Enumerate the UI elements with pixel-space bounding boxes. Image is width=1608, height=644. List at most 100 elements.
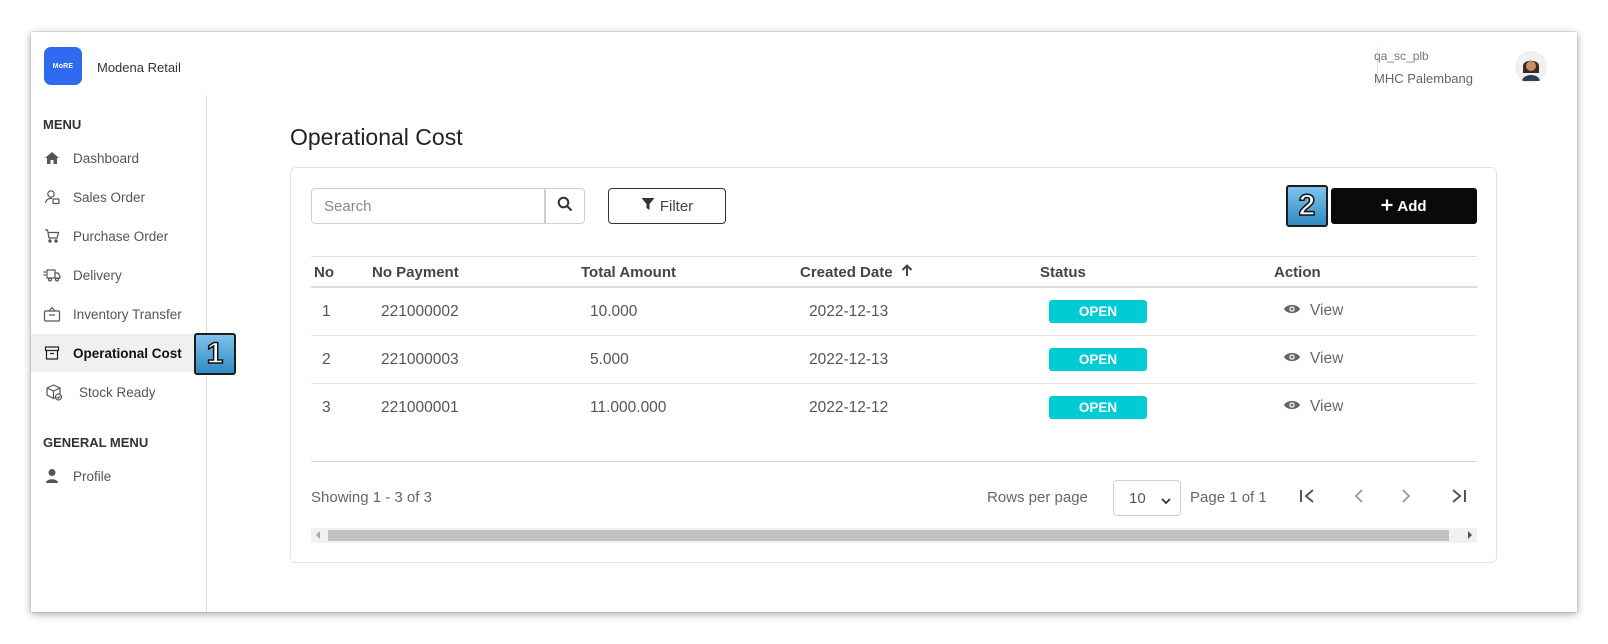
sidebar-item-label: Purchase Order (73, 228, 169, 244)
eye-icon (1283, 350, 1301, 368)
user-location: MHC Palembang (1374, 71, 1473, 86)
cell-created-date: 2022-12-13 (809, 351, 889, 368)
truck-icon (43, 266, 61, 284)
col-no: No (314, 264, 334, 281)
cell-total-amount: 10.000 (590, 303, 638, 320)
cell-created-date: 2022-12-13 (809, 303, 889, 320)
sidebar-item-dashboard[interactable]: Dashboard (31, 139, 207, 177)
chevron-right-icon (1400, 488, 1412, 509)
cell-total-amount: 11.000.000 (590, 399, 667, 416)
col-action: Action (1274, 264, 1321, 281)
app-logo[interactable]: MoRE (44, 47, 82, 85)
filter-icon (641, 197, 655, 215)
menu-heading: MENU (43, 117, 82, 132)
showing-count: Showing 1 - 3 of 3 (311, 489, 432, 506)
table-row: 2 221000003 5.000 2022-12-13 OPEN View (311, 336, 1477, 384)
sidebar-item-sales-order[interactable]: Sales Order (31, 178, 207, 216)
sidebar-item-inventory-transfer[interactable]: Inventory Transfer (31, 295, 207, 333)
eye-icon (1283, 302, 1301, 320)
col-total-amount[interactable]: Total Amount (581, 264, 676, 281)
page-info: Page 1 of 1 (1190, 489, 1267, 506)
sidebar-item-label: Profile (73, 468, 112, 484)
cell-total-amount: 5.000 (590, 351, 629, 368)
rows-per-page-label: Rows per page (987, 489, 1088, 506)
sidebar: MENU Dashboard Sales Order Purchase Orde… (31, 95, 207, 612)
user-icon (43, 467, 61, 485)
sidebar-item-label: Inventory Transfer (73, 306, 182, 322)
last-page-button[interactable] (1446, 486, 1470, 510)
cell-no: 2 (322, 351, 331, 368)
cell-no: 3 (322, 399, 331, 416)
prev-page-button[interactable] (1347, 486, 1371, 510)
cell-no: 1 (322, 303, 331, 320)
sidebar-item-purchase-order[interactable]: Purchase Order (31, 217, 207, 255)
scroll-left-arrow-icon[interactable] (316, 531, 320, 539)
chevron-down-icon (1161, 492, 1171, 509)
horizontal-scrollbar[interactable] (311, 528, 1477, 543)
sidebar-item-delivery[interactable]: Delivery (31, 256, 207, 294)
sort-ascending-icon (901, 264, 913, 281)
filter-label: Filter (659, 197, 694, 215)
scroll-right-arrow-icon[interactable] (1468, 531, 1472, 539)
archive-icon (43, 344, 61, 362)
status-badge: OPEN (1049, 300, 1147, 323)
cell-created-date: 2022-12-12 (809, 399, 889, 416)
sidebar-item-operational-cost[interactable]: Operational Cost (31, 334, 207, 372)
eye-icon (1283, 398, 1301, 416)
sales-order-icon (43, 188, 61, 206)
view-label: View (1310, 350, 1344, 367)
sidebar-item-stock-ready[interactable]: Stock Ready (31, 373, 207, 411)
status-badge: OPEN (1049, 396, 1147, 419)
table-header: No No Payment Total Amount Created Date … (311, 256, 1477, 288)
box-transfer-icon (43, 305, 61, 323)
view-label: View (1310, 302, 1344, 319)
data-card: Search Filter 2 Add No No Payment Total … (290, 167, 1497, 563)
rows-per-page-select[interactable]: 10 (1113, 480, 1181, 516)
col-status[interactable]: Status (1040, 264, 1086, 281)
sidebar-item-label: Delivery (73, 267, 122, 283)
avatar[interactable] (1515, 51, 1547, 83)
last-page-icon (1449, 488, 1467, 509)
sidebar-item-label: Stock Ready (79, 384, 156, 400)
view-link[interactable]: View (1283, 302, 1343, 320)
sidebar-item-label: Sales Order (73, 189, 146, 205)
add-button[interactable]: Add (1331, 188, 1477, 224)
col-created-date-label: Created Date (800, 264, 893, 281)
next-page-button[interactable] (1394, 486, 1418, 510)
sidebar-item-label: Dashboard (73, 150, 140, 166)
search-placeholder: Search (324, 197, 372, 215)
home-icon (43, 149, 61, 167)
annotation-marker-1: 1 (194, 333, 236, 375)
col-no-payment[interactable]: No Payment (372, 264, 459, 281)
sidebar-item-profile[interactable]: Profile (31, 457, 207, 495)
col-created-date[interactable]: Created Date (800, 264, 913, 281)
view-link[interactable]: View (1283, 350, 1343, 368)
app-window: MoRE Modena Retail qa_sc_plb MHC Palemba… (31, 32, 1577, 612)
cell-no-payment: 221000002 (381, 303, 459, 320)
annotation-marker-2: 2 (1286, 185, 1328, 227)
cell-no-payment: 221000003 (381, 351, 459, 368)
app-name: Modena Retail (97, 60, 181, 75)
top-bar: MoRE Modena Retail qa_sc_plb MHC Palemba… (31, 32, 1577, 102)
view-link[interactable]: View (1283, 398, 1343, 416)
rows-per-page-value: 10 (1129, 489, 1146, 507)
package-check-icon (45, 383, 63, 401)
search-button[interactable] (545, 188, 585, 224)
table-row: 1 221000002 10.000 2022-12-13 OPEN View (311, 288, 1477, 336)
first-page-button[interactable] (1296, 486, 1320, 510)
table-row: 3 221000001 11.000.000 2022-12-12 OPEN V… (311, 384, 1477, 432)
scrollbar-thumb[interactable] (328, 530, 1449, 541)
general-menu-heading: GENERAL MENU (43, 435, 149, 450)
plus-icon (1381, 198, 1393, 215)
status-badge: OPEN (1049, 348, 1147, 371)
table-footer-divider (311, 461, 1477, 462)
filter-button[interactable]: Filter (608, 188, 726, 224)
search-input[interactable]: Search (311, 188, 545, 224)
sidebar-item-label: Operational Cost (73, 345, 182, 361)
cart-icon (43, 227, 61, 245)
first-page-icon (1299, 488, 1317, 509)
user-name: qa_sc_plb (1374, 49, 1429, 63)
cell-no-payment: 221000001 (381, 399, 459, 416)
page-title: Operational Cost (290, 124, 463, 150)
chevron-left-icon (1353, 488, 1365, 509)
